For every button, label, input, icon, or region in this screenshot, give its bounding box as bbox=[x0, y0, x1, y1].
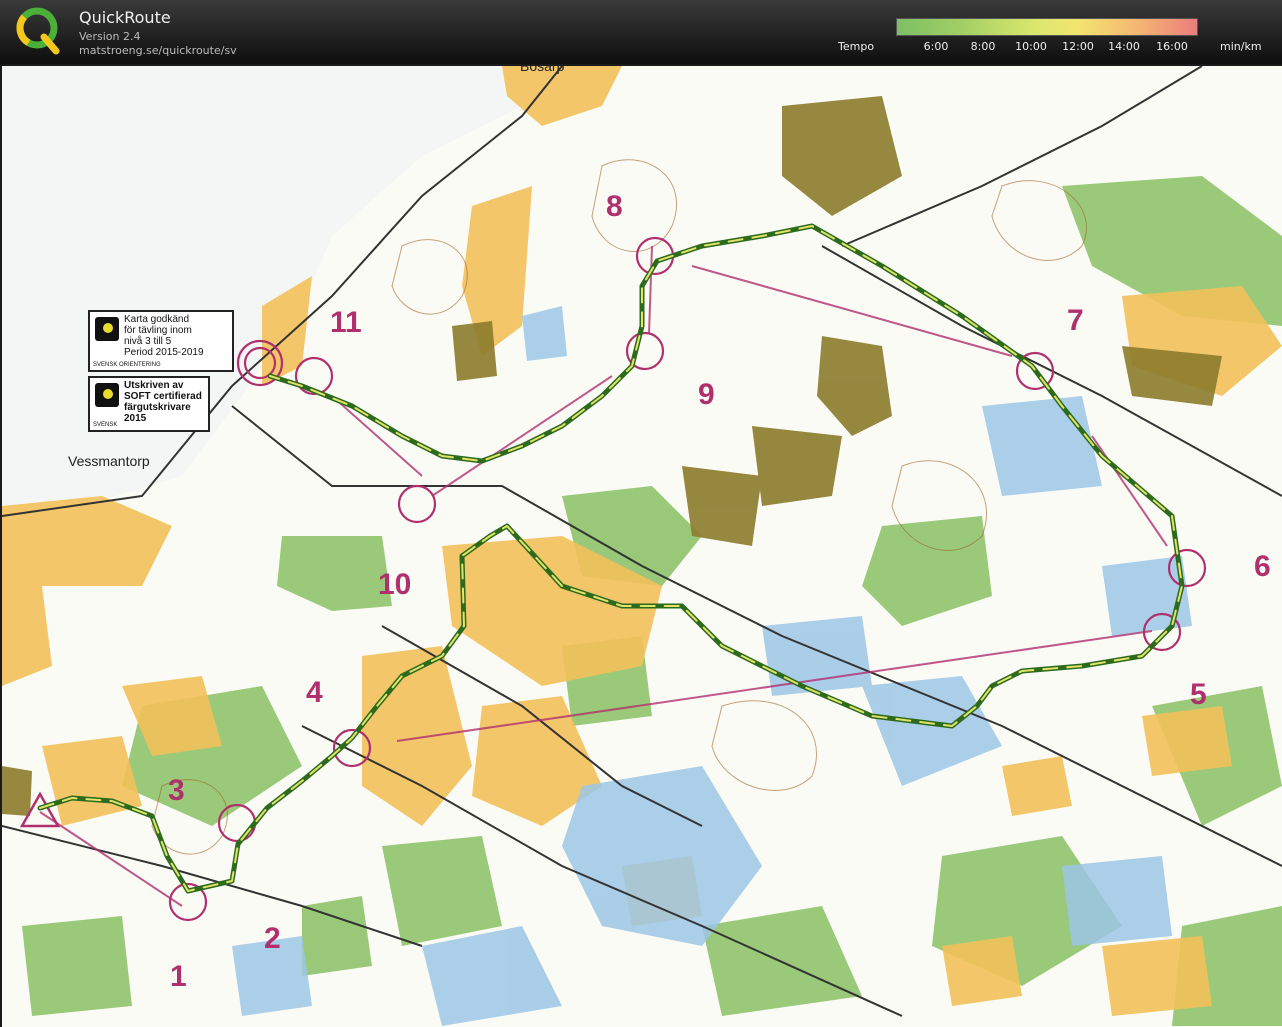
orienteering-map[interactable]: 1 2 3 4 5 6 7 8 9 10 11 Bosarp Vessmanto… bbox=[2, 66, 1282, 1027]
control-number: 6 bbox=[1254, 550, 1271, 583]
unit-label: min/km bbox=[1220, 40, 1262, 53]
scale-tick: 6:00 bbox=[923, 40, 949, 53]
quickroute-logo-icon bbox=[16, 7, 60, 55]
scale-tick: 8:00 bbox=[970, 40, 996, 53]
control-number: 7 bbox=[1067, 304, 1084, 337]
scale-tick: 10:00 bbox=[1015, 40, 1047, 53]
control-number: 2 bbox=[264, 922, 281, 955]
map-canvas: 1 2 3 4 5 6 7 8 9 10 11 bbox=[2, 66, 1282, 1026]
control-number: 5 bbox=[1190, 678, 1207, 711]
app-title: QuickRoute bbox=[79, 8, 171, 27]
scale-tick: 16:00 bbox=[1156, 40, 1188, 53]
tempo-color-scale bbox=[896, 18, 1198, 36]
svensk-logo-icon bbox=[95, 383, 119, 407]
place-name: Vessmantorp bbox=[68, 453, 150, 469]
control-number: 1 bbox=[170, 960, 187, 993]
scale-tick: 14:00 bbox=[1108, 40, 1140, 53]
control-number: 9 bbox=[698, 378, 715, 411]
app-version: Version 2.4 bbox=[79, 30, 141, 43]
app-url: matstroeng.se/quickroute/sv bbox=[79, 44, 237, 57]
control-number: 10 bbox=[378, 568, 411, 601]
map-approval-badge: Karta godkänd för tävling inom nivå 3 ti… bbox=[88, 310, 234, 372]
tempo-label: Tempo bbox=[838, 40, 875, 53]
control-number: 3 bbox=[168, 774, 185, 807]
soft-print-badge: Utskriven av SOFT certifierad färgutskri… bbox=[88, 376, 210, 432]
control-number: 11 bbox=[330, 306, 362, 339]
svensk-orientering-logo-icon bbox=[95, 317, 119, 341]
scale-tick: 12:00 bbox=[1062, 40, 1094, 53]
control-number: 8 bbox=[606, 190, 623, 223]
app-header: QuickRoute Version 2.4 matstroeng.se/qui… bbox=[0, 0, 1282, 64]
place-name: Bosarp bbox=[520, 66, 565, 74]
control-number: 4 bbox=[306, 676, 323, 709]
